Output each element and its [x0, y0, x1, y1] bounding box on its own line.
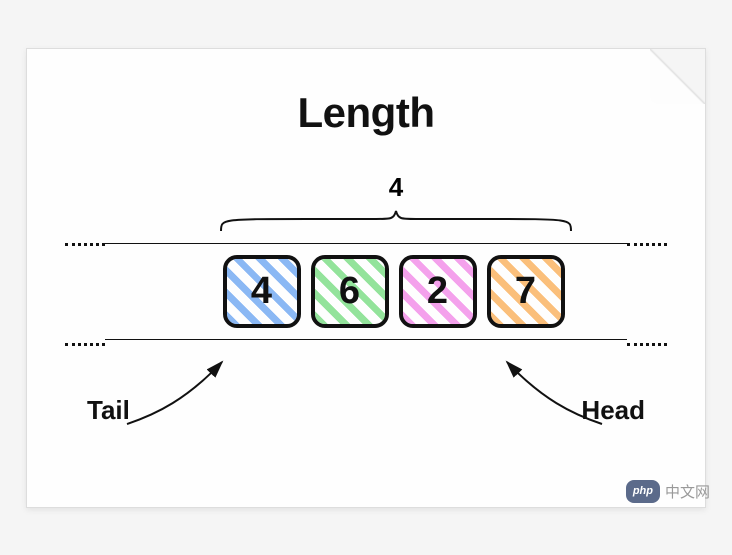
curly-brace-icon	[216, 209, 576, 233]
list-node: 2	[399, 255, 477, 328]
node-value: 2	[427, 270, 448, 313]
watermark-text: 中文网	[665, 481, 710, 502]
node-row: 4 6 2 7	[223, 255, 565, 328]
brace-row	[127, 209, 665, 238]
list-container: 4 6 2 7	[67, 243, 665, 340]
list-node: 6	[311, 255, 389, 328]
pointer-labels: Tail Head	[67, 395, 665, 426]
diagram-page: Length 4 4 6 2 7	[26, 48, 706, 508]
php-badge-icon: php	[626, 480, 660, 503]
node-value: 7	[515, 270, 536, 313]
length-value: 4	[127, 172, 665, 203]
node-value: 4	[251, 270, 272, 313]
dotted-edge-right	[627, 243, 667, 346]
diagram-title: Length	[67, 89, 665, 137]
watermark: php 中文网	[626, 480, 710, 503]
head-label: Head	[581, 395, 645, 426]
list-node: 7	[487, 255, 565, 328]
list-node: 4	[223, 255, 301, 328]
node-value: 6	[339, 270, 360, 313]
dotted-edge-left	[65, 243, 105, 346]
tail-label: Tail	[87, 395, 130, 426]
